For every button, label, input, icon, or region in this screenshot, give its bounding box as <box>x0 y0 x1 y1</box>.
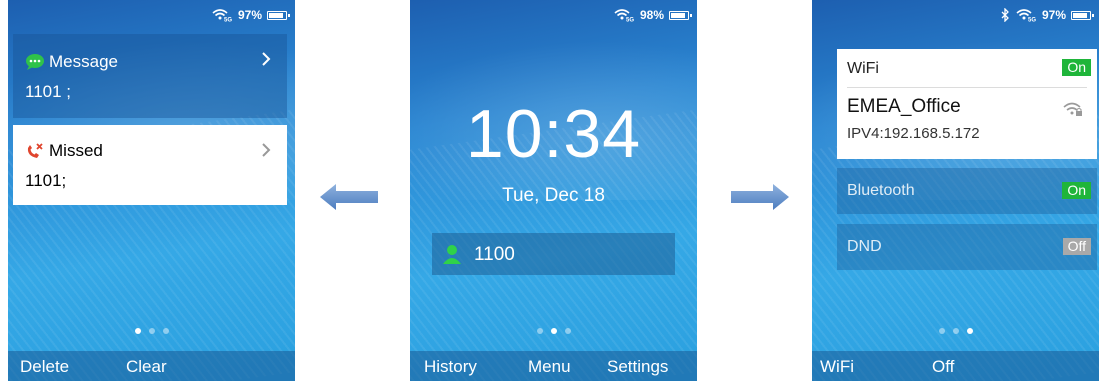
softkey-settings[interactable]: Settings <box>607 357 668 377</box>
wifi-5g-icon: 5G <box>614 9 634 23</box>
page-dot <box>564 328 571 334</box>
page-dot <box>536 328 543 334</box>
phone-screen-quick-settings: 5G 97% WiFi On EMEA_Office IPV4:192.168.… <box>812 0 1099 381</box>
account-line[interactable]: 1100 <box>432 233 675 275</box>
softkey-history[interactable]: History <box>424 357 477 377</box>
softkey-menu[interactable]: Menu <box>528 357 571 377</box>
page-dot <box>134 328 141 334</box>
dnd-toggle[interactable]: Off <box>1062 238 1091 255</box>
softkey-bar: History Menu Settings <box>410 351 697 381</box>
account-number: 1100 <box>474 244 515 265</box>
arrow-left-icon <box>320 184 378 210</box>
clock-date: Tue, Dec 18 <box>502 185 605 206</box>
bluetooth-label: Bluetooth <box>847 182 915 199</box>
svg-text:5G: 5G <box>626 18 634 23</box>
wifi-ssid: EMEA_Office <box>847 96 961 117</box>
battery-percent: 98% <box>639 8 664 22</box>
dnd-row[interactable]: DND Off <box>837 224 1097 270</box>
page-dot <box>148 328 155 334</box>
softkey-delete[interactable]: Delete <box>20 357 69 377</box>
person-icon <box>443 245 461 264</box>
missed-call-icon <box>27 143 43 158</box>
softkey-bar: WiFi Off <box>812 351 1099 381</box>
message-card[interactable]: Message 1101 ; <box>13 34 287 118</box>
wifi-toggle[interactable]: On <box>1062 59 1091 76</box>
missed-card-value: 1101; <box>25 171 67 190</box>
battery-icon <box>669 10 692 20</box>
message-card-value: 1101 ; <box>25 82 72 101</box>
missed-card-title: Missed <box>49 141 103 160</box>
svg-text:5G: 5G <box>1028 18 1036 23</box>
page-dot <box>966 328 973 334</box>
battery-percent: 97% <box>237 8 262 22</box>
wifi-label: WiFi <box>847 60 879 77</box>
softkey-clear[interactable]: Clear <box>126 357 167 377</box>
bluetooth-icon <box>1001 8 1009 22</box>
svg-text:5G: 5G <box>224 18 232 23</box>
battery-percent: 97% <box>1041 8 1066 22</box>
page-indicator <box>410 328 697 334</box>
page-dot <box>550 328 557 334</box>
divider <box>847 87 1087 88</box>
page-dot <box>952 328 959 334</box>
page-dot <box>938 328 945 334</box>
chevron-right-icon <box>262 52 271 66</box>
clock-time: 10:34 <box>465 96 642 172</box>
status-bar: 5G 98% <box>410 0 697 28</box>
wifi-panel[interactable]: WiFi On EMEA_Office IPV4:192.168.5.172 <box>837 49 1097 159</box>
phone-screen-idle: 5G 98% 10:34 Tue, Dec 18 1100 History Me… <box>410 0 697 381</box>
bluetooth-row[interactable]: Bluetooth On <box>837 168 1097 214</box>
page-indicator <box>812 328 1099 334</box>
chevron-right-icon <box>262 143 271 157</box>
message-card-title: Message <box>49 52 118 71</box>
status-bar: 5G 97% <box>812 0 1099 28</box>
arrow-right-icon <box>731 184 789 210</box>
page-dot <box>162 328 169 334</box>
bluetooth-toggle[interactable]: On <box>1062 182 1091 199</box>
wifi-5g-icon: 5G <box>1016 9 1036 23</box>
dnd-label: DND <box>847 238 882 255</box>
softkey-wifi[interactable]: WiFi <box>820 357 854 377</box>
wifi-ip-address: IPV4:192.168.5.172 <box>847 125 980 142</box>
wifi-5g-icon: 5G <box>212 9 232 23</box>
missed-call-card[interactable]: Missed 1101; <box>13 125 287 205</box>
softkey-bar: Delete Clear <box>8 351 295 381</box>
softkey-off[interactable]: Off <box>932 357 954 377</box>
wifi-lock-icon <box>1063 102 1082 116</box>
battery-icon <box>1071 10 1094 20</box>
phone-screen-notifications: 5G 97% Message 1101 ; Missed 1101; Delet… <box>8 0 295 381</box>
battery-icon <box>267 10 290 20</box>
page-indicator <box>8 328 295 334</box>
chat-bubble-icon <box>26 54 44 70</box>
status-bar: 5G 97% <box>8 0 295 28</box>
